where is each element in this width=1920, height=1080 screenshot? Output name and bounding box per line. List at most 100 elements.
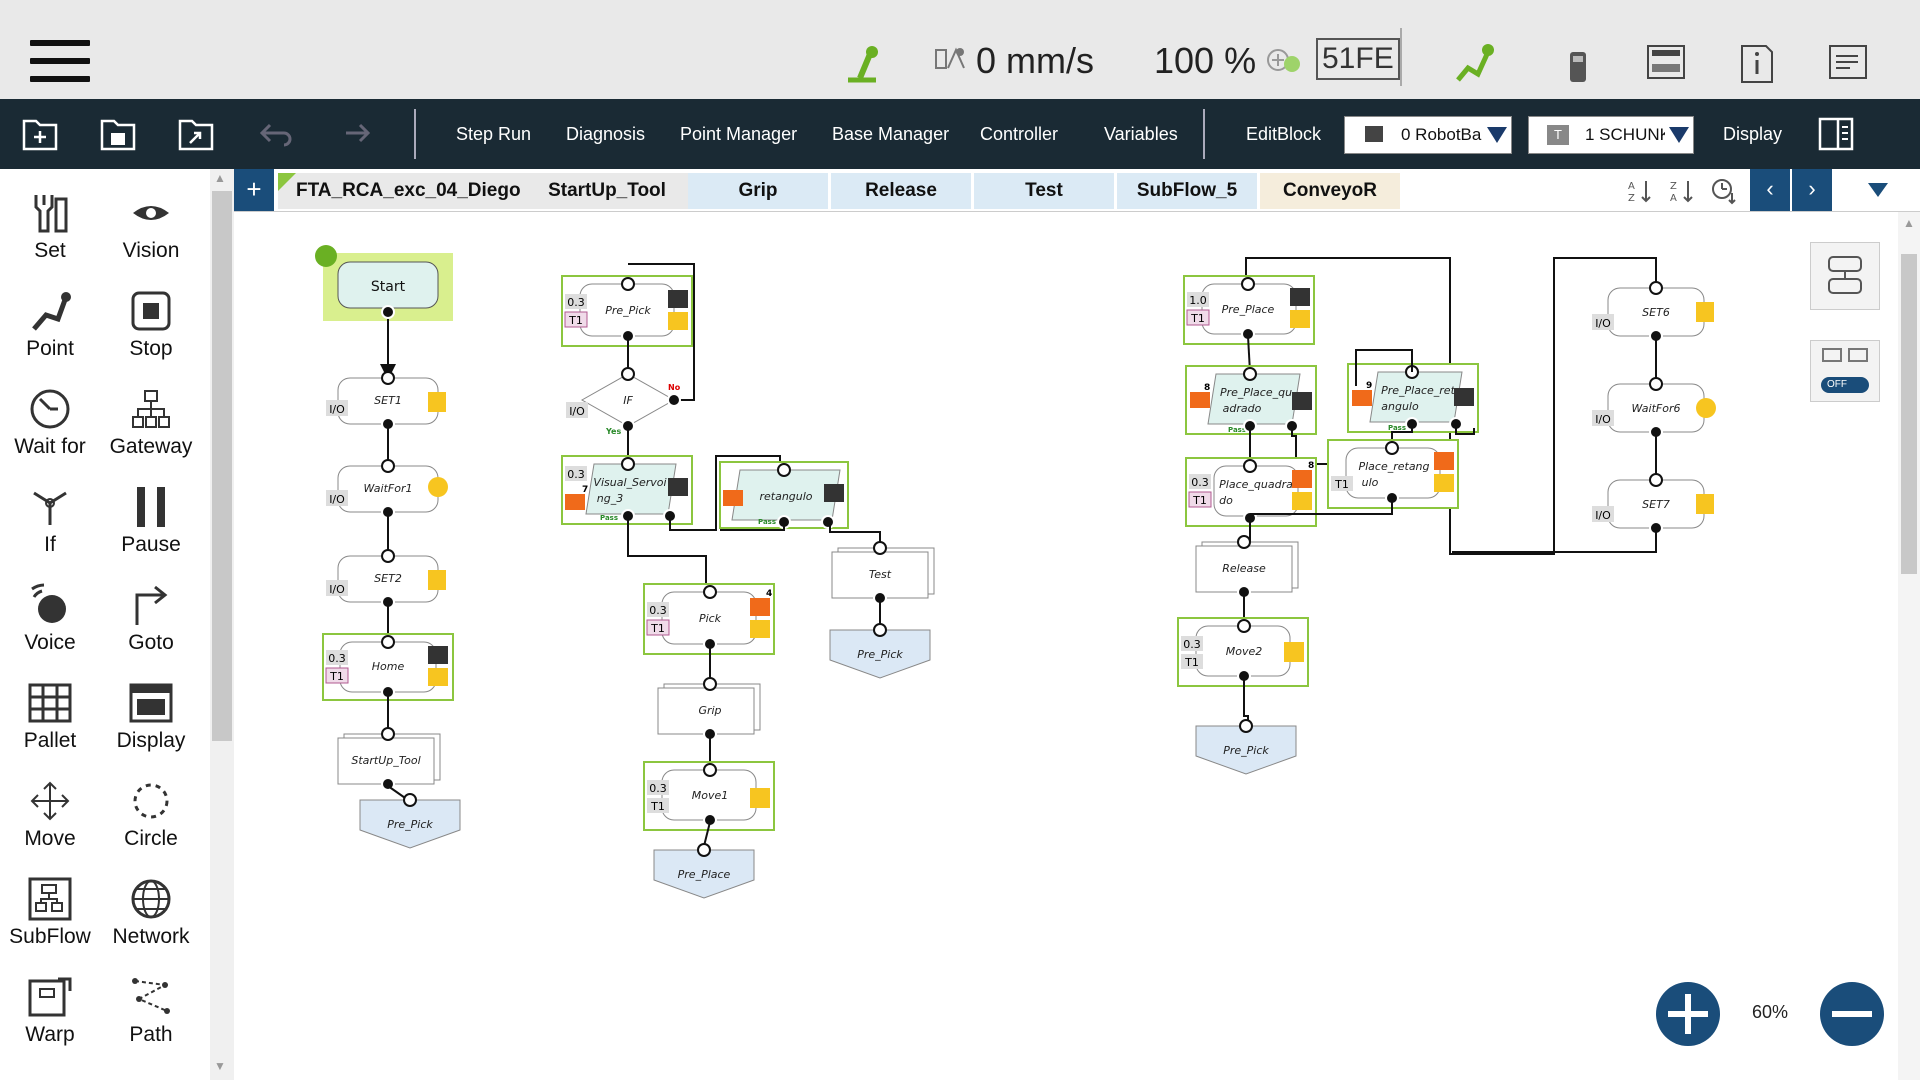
palette-vision[interactable]: Vision [101, 191, 201, 263]
palette-set[interactable]: Set [0, 191, 100, 263]
sort-az-icon[interactable]: AZ [1626, 177, 1654, 205]
node-retangulo[interactable]: retangulo Pass [719, 461, 849, 529]
tab-conveyor[interactable]: ConveyoR [1260, 173, 1400, 209]
node-release[interactable]: Release [1195, 535, 1299, 599]
palette-pause[interactable]: Pause [101, 485, 201, 557]
log-icon[interactable] [1828, 44, 1868, 80]
variables-button[interactable]: Variables [1104, 99, 1178, 169]
node-startup-tool[interactable]: StartUp_Tool [337, 727, 441, 791]
sort-za-icon[interactable]: ZA [1668, 177, 1696, 205]
palette-stop[interactable]: Stop [101, 289, 201, 361]
open-file-icon[interactable] [176, 115, 216, 153]
palette-wait-for[interactable]: Wait for [0, 387, 100, 459]
palette-point[interactable]: Point [0, 289, 100, 361]
node-pre-place-quadrado[interactable]: Pre_Place_qu adrado 8 Pass [1185, 365, 1317, 435]
node-pre-pick-end-3[interactable]: Pre_Pick [1195, 719, 1297, 775]
scroll-thumb[interactable] [212, 191, 232, 741]
node-test[interactable]: Test [831, 541, 935, 605]
undo-icon[interactable] [256, 115, 296, 153]
palette-gateway[interactable]: Gateway [101, 387, 201, 459]
palette-scrollbar[interactable]: ▲ ▼ [210, 169, 234, 1080]
node-place-retangulo[interactable]: Place_retang ulo T1 [1327, 439, 1459, 509]
menu-icon[interactable] [30, 40, 90, 82]
node-place-quadrado[interactable]: Place_quadra do 0.3 T1 8 [1185, 457, 1317, 527]
palette-if[interactable]: If [0, 485, 100, 557]
palette-goto[interactable]: Goto [101, 583, 201, 655]
save-icon[interactable] [98, 115, 138, 153]
speed-percent[interactable]: 100 % [1154, 40, 1256, 82]
zoom-in-button[interactable] [1654, 980, 1722, 1048]
node-pick[interactable]: Pick 0.3 T1 4 [643, 583, 775, 655]
palette-display[interactable]: Display [101, 681, 201, 753]
info-icon[interactable] [1738, 44, 1774, 84]
tab-grip[interactable]: Grip [688, 173, 828, 209]
scroll-up-icon[interactable]: ▲ [1903, 216, 1915, 230]
zoom-out-button[interactable] [1818, 980, 1886, 1048]
node-move1[interactable]: Move1 0.3 T1 [643, 761, 775, 831]
node-home[interactable]: Home 0.3 T1 [322, 633, 454, 701]
tab-release[interactable]: Release [831, 173, 971, 209]
teach-pendant-icon[interactable] [1566, 50, 1590, 84]
palette-voice[interactable]: Voice [0, 583, 100, 655]
add-tab-button[interactable]: + [234, 169, 274, 211]
base-select[interactable]: 0 RobotBa [1344, 116, 1512, 154]
step-run-button[interactable]: Step Run [456, 99, 531, 169]
tab-main[interactable]: FTA_RCA_exc_04_Diego [278, 173, 758, 209]
display-button[interactable]: Display [1723, 99, 1782, 169]
diagnosis-button[interactable]: Diagnosis [566, 99, 645, 169]
eye-icon [133, 206, 169, 220]
controller-button[interactable]: Controller [980, 99, 1058, 169]
tab-next-button[interactable]: › [1792, 169, 1832, 211]
base-manager-button[interactable]: Base Manager [832, 99, 949, 169]
node-waitfor1[interactable]: WaitFor1 I/O [326, 459, 448, 519]
canvas-scrollbar[interactable]: ▲ [1898, 212, 1920, 1080]
node-set1[interactable]: SET1 I/O [326, 371, 446, 431]
point-icon [32, 292, 71, 331]
node-pre-pick[interactable]: Pre_Pick 0.3 T1 [561, 275, 693, 347]
palette-label: Stop [129, 337, 173, 360]
node-pre-pick-end-2[interactable]: Pre_Pick [829, 623, 931, 679]
node-pre-pick-end-1[interactable]: Pre_Pick [359, 793, 461, 849]
node-set6[interactable]: SET6 I/O [1592, 281, 1714, 343]
node-pre-place-end[interactable]: Pre_Place [653, 843, 755, 899]
auto-layout-toggle[interactable]: OFF [1810, 340, 1880, 402]
palette-subflow[interactable]: SubFlow [0, 877, 100, 949]
palette-warp[interactable]: Warp [0, 975, 100, 1047]
scroll-down-icon[interactable]: ▼ [214, 1059, 226, 1073]
palette-network[interactable]: Network [101, 877, 201, 949]
tab-startup-tool[interactable]: StartUp_Tool [528, 173, 686, 209]
node-set7[interactable]: SET7 I/O [1592, 473, 1714, 535]
point-manager-button[interactable]: Point Manager [680, 99, 797, 169]
tab-prev-button[interactable]: ‹ [1750, 169, 1790, 211]
new-file-icon[interactable] [20, 115, 60, 153]
keyboard-icon[interactable] [1646, 44, 1686, 80]
robot-status-icon[interactable] [1452, 40, 1496, 84]
node-waitfor6[interactable]: WaitFor6 I/O [1592, 377, 1716, 439]
minimap-button[interactable] [1810, 242, 1880, 310]
tab-menu-button[interactable] [1834, 169, 1920, 211]
sort-time-icon[interactable] [1710, 177, 1738, 205]
robot-arm-icon[interactable] [840, 40, 880, 84]
node-pre-place-retangulo[interactable]: Pre_Place_ret angulo 9 Pass [1347, 363, 1479, 433]
canvas-scroll-thumb[interactable] [1901, 254, 1917, 574]
node-move2[interactable]: Move2 0.3 T1 [1177, 617, 1309, 687]
speed-adjust-icon[interactable] [1266, 46, 1302, 76]
redo-icon[interactable] [334, 115, 374, 153]
palette-move[interactable]: Move [0, 779, 100, 851]
node-if[interactable]: IF I/O Yes No [566, 367, 681, 436]
flow-canvas[interactable]: Start SET1 I/O WaitFor1 I/O SET2 I/O Hom… [234, 212, 1898, 1080]
layout-icon[interactable] [1816, 115, 1856, 153]
node-visual-servoing[interactable]: Visual_Servoi ng_3 0.3 7 Pass [561, 455, 693, 525]
scroll-up-icon[interactable]: ▲ [214, 171, 226, 185]
node-pre-place[interactable]: Pre_Place 1.0 T1 [1183, 275, 1315, 345]
tool-select[interactable]: T 1 SCHUNK [1528, 116, 1694, 154]
globe-icon [131, 879, 171, 919]
palette-circle[interactable]: Circle [101, 779, 201, 851]
palette-pallet[interactable]: Pallet [0, 681, 100, 753]
node-grip[interactable]: Grip [657, 677, 761, 741]
node-set2[interactable]: SET2 I/O [326, 549, 446, 609]
editblock-button[interactable]: EditBlock [1246, 99, 1321, 169]
tab-subflow-5[interactable]: SubFlow_5 [1117, 173, 1257, 209]
palette-path[interactable]: Path [101, 975, 201, 1047]
tab-test[interactable]: Test [974, 173, 1114, 209]
